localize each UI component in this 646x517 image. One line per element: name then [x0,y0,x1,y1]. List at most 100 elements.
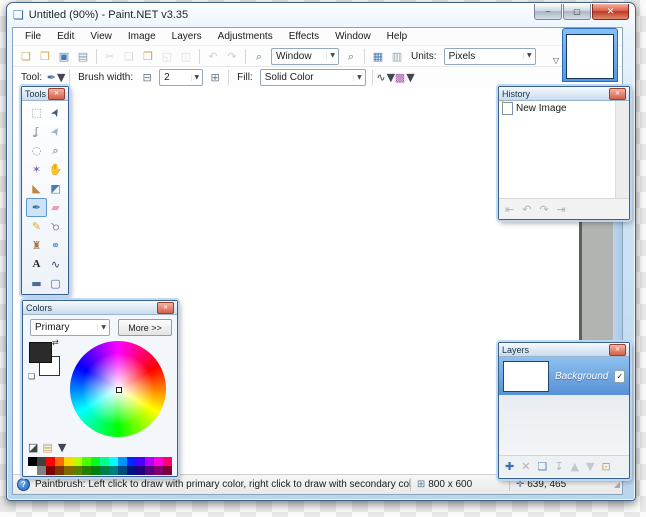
units-select[interactable]: Pixels▼ [444,48,536,65]
menu-item-edit[interactable]: Edit [49,29,82,44]
grid-toggle-icon[interactable]: ▦ [369,48,387,65]
tools-title-bar[interactable]: Tools ✕ [22,87,68,101]
tool-text-icon[interactable]: A [26,255,47,274]
blend-mode-icon[interactable]: ▩▼ [396,69,414,86]
tools-close-icon[interactable]: ✕ [48,88,65,100]
palette-color-swatch[interactable] [163,466,172,475]
active-tool-paintbrush-icon[interactable]: ✒▼ [47,69,65,86]
menu-item-layers[interactable]: Layers [164,29,210,44]
brush-width-decrease-icon[interactable]: ⊟ [138,69,156,86]
layer-row-background[interactable]: Background ✓ [499,357,629,395]
tool-ellipse-select-icon[interactable]: ◌ [26,141,47,160]
tool-move-selection-icon[interactable]: ➤ [45,122,66,141]
palette-color-swatch[interactable] [136,466,145,475]
delete-layer-icon[interactable]: ✕ [521,461,530,472]
brush-width-increase-icon[interactable]: ⊞ [206,69,224,86]
brush-width-select[interactable]: 2▼ [159,69,203,86]
tool-rectangle-select-icon[interactable]: ⬚ [26,103,47,122]
chevron-down-icon[interactable]: ▼ [406,72,414,83]
palette-color-swatch[interactable] [118,466,127,475]
more-button[interactable]: More >> [118,319,172,336]
print-icon[interactable]: ▤ [74,48,92,65]
palette-color-swatch[interactable] [82,466,91,475]
chevron-down-icon[interactable]: ▼ [58,442,66,453]
palette-color-swatch[interactable] [55,466,64,475]
reset-colors-icon[interactable]: ❏ [28,373,35,381]
history-scrollbar[interactable] [615,101,629,198]
tool-paintbrush-icon[interactable]: ✒ [26,198,47,217]
colors-close-icon[interactable]: ✕ [157,302,174,314]
palette-color-swatch[interactable] [154,457,163,466]
tool-paint-bucket-icon[interactable]: ◣ [26,179,47,198]
menu-item-effects[interactable]: Effects [281,29,327,44]
palette-color-swatch[interactable] [136,457,145,466]
palette-color-swatch[interactable] [154,466,163,475]
palette-color-swatch[interactable] [73,457,82,466]
palette-color-swatch[interactable] [100,457,109,466]
tool-gradient-icon[interactable]: ◩ [45,179,66,198]
open-folder-icon[interactable]: ❐ [36,48,54,65]
tool-recolor-icon[interactable]: ⚭ [45,236,66,255]
toolbar-overflow-icon[interactable]: ▽ [553,57,559,65]
tool-pan-icon[interactable]: ✋ [45,160,66,179]
tool-line-curve-icon[interactable]: ∿ [45,255,66,274]
tool-pencil-icon[interactable]: ✎ [26,217,47,236]
new-document-icon[interactable]: ❏ [17,48,35,65]
maximize-button[interactable]: ▢ [563,4,591,20]
layer-properties-icon[interactable]: ⊡ [601,461,610,472]
tool-color-picker-icon[interactable]: ⚲ [45,217,66,236]
fill-style-select[interactable]: Solid Color▼ [260,69,366,86]
palette-color-swatch[interactable] [145,457,154,466]
history-title-bar[interactable]: History ✕ [499,87,629,101]
menu-item-image[interactable]: Image [120,29,164,44]
layers-close-icon[interactable]: ✕ [609,344,626,356]
colors-title-bar[interactable]: Colors ✕ [23,301,177,315]
palette-color-swatch[interactable] [28,466,37,475]
tool-magic-wand-icon[interactable]: ✶ [26,160,47,179]
palette-color-swatch[interactable] [145,466,154,475]
palette-color-swatch[interactable] [64,457,73,466]
palette-color-swatch[interactable] [55,457,64,466]
rulers-toggle-icon[interactable]: ▥ [388,48,406,65]
menu-item-help[interactable]: Help [379,29,416,44]
menu-item-adjustments[interactable]: Adjustments [210,29,281,44]
palette-color-swatch[interactable] [82,457,91,466]
duplicate-layer-icon[interactable]: ❏ [537,461,547,472]
menu-item-view[interactable]: View [82,29,120,44]
layer-visible-checkbox[interactable]: ✓ [614,370,625,383]
history-close-icon[interactable]: ✕ [609,88,626,100]
primary-color-swatch[interactable] [29,342,52,363]
move-layer-down-icon[interactable]: ▼ [586,461,594,472]
palette-color-swatch[interactable] [118,457,127,466]
menu-item-file[interactable]: File [17,29,49,44]
palette-color-swatch[interactable] [109,457,118,466]
palette-color-swatch[interactable] [100,466,109,475]
open-image-tab[interactable] [562,28,618,82]
palette-color-swatch[interactable] [28,457,37,466]
move-layer-up-icon[interactable]: ▲ [571,461,579,472]
tool-eraser-icon[interactable]: ▰ [45,198,66,217]
palette-color-swatch[interactable] [109,466,118,475]
palette-color-swatch[interactable] [163,457,172,466]
palette-color-swatch[interactable] [127,466,136,475]
antialiasing-icon[interactable]: ∿▼ [377,69,395,86]
menu-item-window[interactable]: Window [327,29,379,44]
palette-image-icon[interactable]: ▤ [42,442,52,453]
chevron-down-icon[interactable]: ▼ [387,72,395,83]
tool-rounded-rectangle-icon[interactable]: ▢ [45,274,66,293]
paste-icon[interactable]: ❒ [139,48,157,65]
chevron-down-icon[interactable]: ▼ [57,72,65,83]
color-mode-select[interactable]: Primary ▼ [30,319,110,336]
palette-color-swatch[interactable] [91,466,100,475]
layers-title-bar[interactable]: Layers ✕ [499,343,629,357]
palette-color-swatch[interactable] [37,466,46,475]
palette-swatch-icon[interactable]: ◪ [28,442,38,453]
zoom-in-icon[interactable]: ⌕ [342,48,360,65]
tool-clone-stamp-icon[interactable]: ♜ [26,236,47,255]
palette-color-swatch[interactable] [127,457,136,466]
tool-rectangle-icon[interactable]: ▬ [26,274,47,293]
zoom-out-icon[interactable]: ⌕ [250,48,268,65]
merge-down-icon[interactable]: ↧ [554,461,563,472]
minimize-button[interactable]: – [534,4,562,20]
history-item[interactable]: New Image [499,101,629,116]
